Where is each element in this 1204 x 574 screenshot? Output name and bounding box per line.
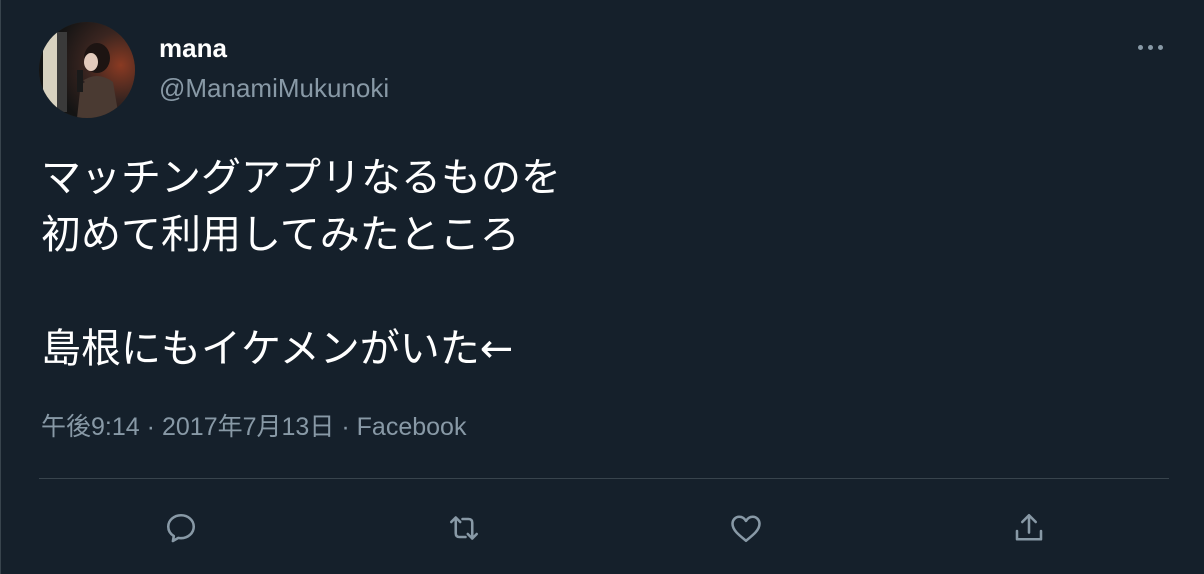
tweet-text-line bbox=[41, 264, 1161, 321]
share-button[interactable] bbox=[1007, 506, 1051, 550]
tweet-time[interactable]: 午後9:14 bbox=[41, 413, 140, 441]
more-options-button[interactable] bbox=[1127, 30, 1173, 64]
meta-separator: · bbox=[146, 413, 155, 441]
reply-icon bbox=[166, 513, 196, 543]
share-icon bbox=[1015, 513, 1043, 541]
tweet-date[interactable]: 2017年7月13日 bbox=[162, 413, 334, 441]
tweet-text: マッチングアプリなるものを 初めて利用してみたところ 島根にもイケメンがいた← bbox=[41, 150, 1161, 378]
divider bbox=[39, 478, 1169, 479]
retweet-icon bbox=[449, 516, 479, 540]
user-handle[interactable]: @ManamiMukunoki bbox=[159, 72, 389, 104]
tweet-metadata: 午後9:14 · 2017年7月13日 · Facebook bbox=[41, 408, 466, 446]
display-name[interactable]: mana bbox=[159, 32, 227, 64]
heart-icon bbox=[731, 515, 761, 543]
more-icon-dot bbox=[1157, 44, 1163, 50]
tweet-text-line: 島根にもイケメンがいた← bbox=[41, 326, 514, 372]
tweet-text-line: 初めて利用してみたところ bbox=[41, 212, 520, 258]
tweet-card: mana @ManamiMukunoki マッチングアプリなるものを 初めて利用… bbox=[0, 0, 1204, 574]
avatar[interactable] bbox=[39, 22, 135, 118]
reply-button[interactable] bbox=[159, 506, 203, 550]
more-icon bbox=[1137, 44, 1143, 50]
like-button[interactable] bbox=[724, 506, 768, 550]
more-icon-dot bbox=[1147, 44, 1153, 50]
tweet-text-line: マッチングアプリなるものを bbox=[41, 155, 561, 201]
profile-photo-icon bbox=[39, 22, 135, 118]
retweet-button[interactable] bbox=[442, 506, 486, 550]
tweet-source-link[interactable]: Facebook bbox=[357, 413, 467, 441]
meta-separator: · bbox=[341, 413, 350, 441]
